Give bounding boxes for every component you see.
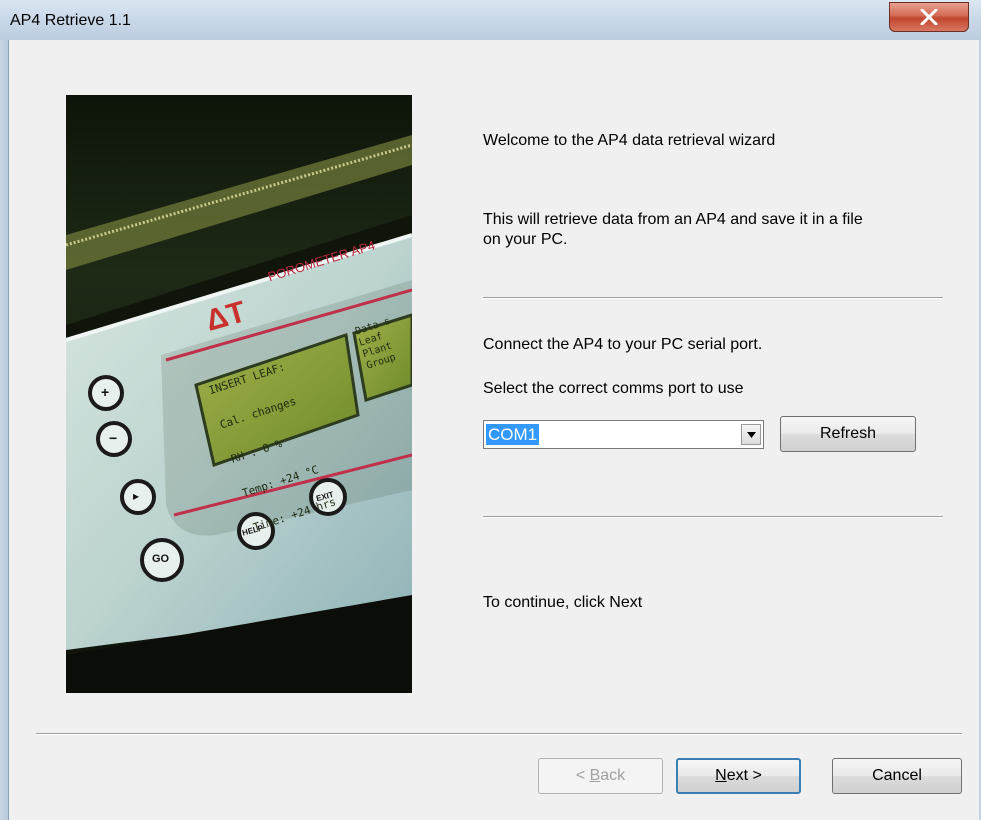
lcd-line: Time: +24 hrs: [251, 495, 338, 535]
separator: [483, 516, 943, 518]
description-line-2: on your PC.: [483, 231, 568, 248]
separator: [483, 297, 943, 299]
connect-instruction: Connect the AP4 to your PC serial port.: [483, 336, 763, 353]
close-icon: [920, 9, 938, 25]
welcome-heading: Welcome to the AP4 data retrieval wizard: [483, 132, 776, 149]
back-button[interactable]: < Back: [538, 758, 663, 794]
footer-separator: [36, 733, 962, 735]
next-label-rest: ext >: [726, 767, 762, 784]
chevron-down-icon: [747, 432, 756, 438]
lcd-line: RH : 0 %: [229, 436, 284, 466]
photo-key-arrow: ▸: [133, 489, 140, 503]
dropdown-button[interactable]: [741, 424, 761, 445]
photo-key-plus: +: [101, 384, 110, 400]
close-button[interactable]: [889, 2, 969, 32]
photo-key-go: GO: [152, 553, 170, 565]
porometer-photo: ΔT POROMETER AP4 INSERT LEAF: Cal. chang…: [66, 95, 412, 693]
back-label-key: B: [589, 767, 601, 784]
comm-port-select[interactable]: COM1: [483, 420, 764, 449]
lcd-line: Temp: +24 °C: [240, 463, 321, 500]
continue-hint: To continue, click Next: [483, 594, 643, 611]
back-label-rest: ack: [600, 767, 626, 784]
window-border: [0, 40, 8, 820]
next-label-key: N: [715, 767, 727, 784]
next-button[interactable]: Next >: [676, 758, 801, 794]
photo-key-minus: −: [109, 430, 118, 446]
window-title: AP4 Retrieve 1.1: [10, 12, 131, 29]
title-bar[interactable]: AP4 Retrieve 1.1: [0, 0, 981, 40]
select-port-label: Select the correct comms port to use: [483, 380, 744, 397]
back-label-prefix: <: [575, 767, 590, 784]
wizard-window: AP4 Retrieve 1.1 ΔT POROMETER AP4 INSERT…: [0, 0, 981, 820]
lcd-line: Cal. changes: [218, 394, 298, 432]
lcd-line: INSERT LEAF:: [207, 360, 287, 398]
cancel-button[interactable]: Cancel: [832, 758, 962, 794]
selected-port: COM1: [486, 424, 540, 445]
description-line-1: This will retrieve data from an AP4 and …: [483, 211, 863, 228]
refresh-button[interactable]: Refresh: [780, 416, 916, 452]
